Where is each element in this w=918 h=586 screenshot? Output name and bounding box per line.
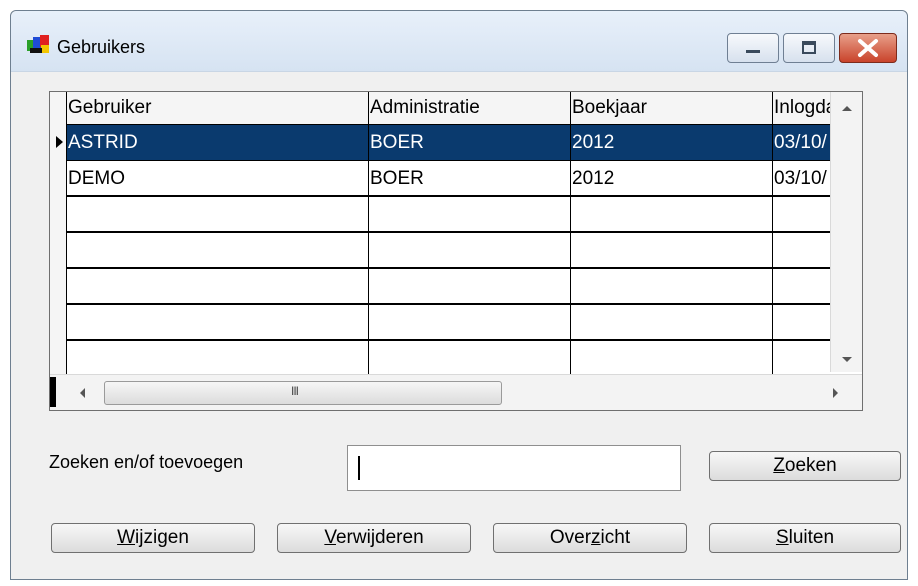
current-row-pointer-icon (56, 136, 63, 148)
users-grid[interactable]: Gebruiker Administratie Boekjaar Inlogd a… (49, 91, 863, 411)
column-divider (368, 92, 369, 374)
table-row[interactable] (66, 161, 832, 197)
table-row-selected[interactable] (66, 125, 832, 161)
cell-administratie[interactable]: BOER (368, 132, 424, 154)
cell-gebruiker[interactable]: ASTRID (66, 132, 138, 154)
horizontal-scroll-thumb[interactable]: III (104, 381, 502, 405)
cell-inlogdatum[interactable]: 03/10/ (772, 168, 830, 190)
scroll-right-arrow-icon[interactable] (832, 387, 840, 399)
table-row-empty[interactable] (66, 197, 832, 233)
gebruikers-window: Gebruikers Gebruiker Administratie Boekj… (10, 10, 908, 580)
column-header-inlogdatum[interactable]: Inlogda (772, 92, 830, 125)
minimize-button[interactable] (727, 33, 779, 63)
column-header-administratie[interactable]: Administratie (368, 92, 570, 125)
scroll-down-arrow-icon[interactable] (841, 356, 853, 364)
sluiten-label: luiten (788, 527, 835, 548)
overzicht-label-prefix: Over (549, 527, 592, 548)
column-divider (570, 92, 571, 374)
column-header-boekjaar[interactable]: Boekjaar (570, 92, 772, 125)
wijzigen-button[interactable]: Wijzigen (51, 523, 255, 553)
search-input[interactable] (347, 445, 681, 491)
verwijderen-label: erwijderen (335, 527, 424, 548)
maximize-button[interactable] (783, 33, 835, 63)
verwijderen-accelerator: V (324, 527, 336, 548)
column-divider (66, 92, 67, 374)
search-label: Zoeken en/of toevoegen (49, 452, 244, 472)
table-row-empty[interactable] (66, 233, 832, 269)
horizontal-scrollbar[interactable]: III (50, 374, 862, 410)
column-header-gebruiker[interactable]: Gebruiker (66, 92, 368, 125)
sluiten-button[interactable]: Sluiten (709, 523, 901, 553)
wijzigen-accelerator: W (117, 527, 136, 548)
cell-boekjaar[interactable]: 2012 (570, 168, 614, 190)
wijzigen-label: ijzigen (135, 527, 189, 548)
scroll-grip: III (291, 384, 299, 398)
table-row-empty[interactable] (66, 341, 832, 373)
cell-inlogdatum[interactable]: 03/10/ (772, 132, 830, 154)
maximize-icon (802, 41, 816, 54)
scroll-up-arrow-icon[interactable] (841, 104, 853, 112)
sluiten-accelerator: S (775, 527, 789, 548)
text-caret (358, 456, 360, 480)
cell-administratie[interactable]: BOER (368, 168, 424, 190)
overzicht-label: icht (600, 527, 631, 548)
row-indicator-footer (50, 377, 56, 407)
title-bar: Gebruikers (11, 11, 907, 72)
overzicht-button[interactable]: Overzicht (493, 523, 687, 553)
zoeken-accelerator: Z (773, 455, 785, 476)
close-button[interactable] (839, 33, 897, 63)
app-icon (27, 35, 49, 53)
vertical-scrollbar[interactable] (830, 92, 862, 372)
scroll-left-arrow-icon[interactable] (78, 387, 86, 399)
zoeken-label: oeken (784, 455, 837, 476)
table-row-empty[interactable] (66, 305, 832, 341)
table-row-empty[interactable] (66, 269, 832, 305)
verwijderen-button[interactable]: Verwijderen (277, 523, 471, 553)
overzicht-accelerator: z (591, 527, 601, 548)
close-icon (858, 39, 878, 57)
zoeken-button[interactable]: Zoeken (709, 451, 901, 481)
window-title: Gebruikers (57, 37, 146, 57)
cell-gebruiker[interactable]: DEMO (66, 168, 125, 190)
minimize-icon (746, 50, 760, 53)
column-divider (772, 92, 773, 374)
cell-boekjaar[interactable]: 2012 (570, 132, 614, 154)
